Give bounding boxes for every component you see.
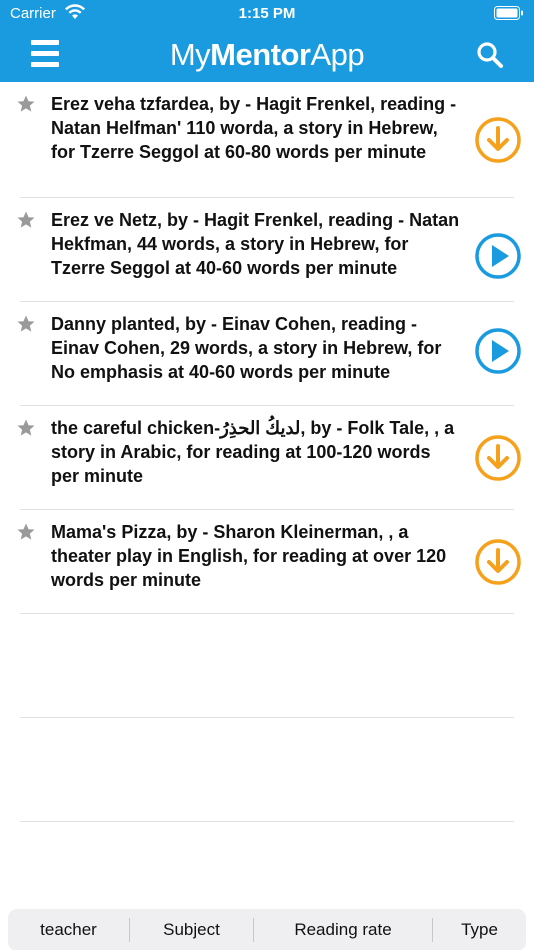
filter-teacher[interactable]: teacher xyxy=(8,909,129,950)
download-icon[interactable] xyxy=(474,538,522,586)
star-icon[interactable] xyxy=(16,94,36,114)
download-icon[interactable] xyxy=(474,434,522,482)
row-divider xyxy=(20,821,514,822)
list-item[interactable]: Erez veha tzfardea, by - Hagit Frenkel, … xyxy=(0,82,534,198)
story-title: Erez ve Netz, by - Hagit Frenkel, readin… xyxy=(51,210,460,278)
story-title: Erez veha tzfardea, by - Hagit Frenkel, … xyxy=(51,94,457,162)
battery-icon xyxy=(494,6,523,20)
story-title: Danny planted, by - Einav Cohen, reading… xyxy=(51,314,442,382)
star-icon[interactable] xyxy=(16,314,36,334)
filter-subject[interactable]: Subject xyxy=(130,909,253,950)
empty-row xyxy=(0,614,534,718)
star-icon[interactable] xyxy=(16,418,36,438)
story-list: Erez veha tzfardea, by - Hagit Frenkel, … xyxy=(0,82,534,822)
app-logo: MyMentorApp xyxy=(0,37,534,73)
list-item[interactable]: Danny planted, by - Einav Cohen, reading… xyxy=(0,302,534,406)
filter-bar: teacher Subject Reading rate Type xyxy=(8,909,526,950)
star-icon[interactable] xyxy=(16,522,36,542)
filter-type[interactable]: Type xyxy=(433,909,526,950)
list-item[interactable]: the careful chicken-لديكُ الحذِرُ, by - … xyxy=(0,406,534,510)
logo-part-my: My xyxy=(169,37,211,72)
status-bar: Carrier 1:15 PM xyxy=(0,0,534,28)
empty-row xyxy=(0,718,534,822)
star-icon[interactable] xyxy=(16,210,36,230)
download-icon[interactable] xyxy=(474,116,522,164)
story-title: Mama's Pizza, by - Sharon Kleinerman, , … xyxy=(51,522,447,590)
nav-bar: MyMentorApp xyxy=(0,28,534,82)
filter-reading-rate[interactable]: Reading rate xyxy=(254,909,432,950)
logo-part-app: App xyxy=(310,37,365,72)
status-time: 1:15 PM xyxy=(238,5,296,22)
play-icon[interactable] xyxy=(474,232,522,280)
list-item[interactable]: Erez ve Netz, by - Hagit Frenkel, readin… xyxy=(0,198,534,302)
story-title: the careful chicken-لديكُ الحذِرُ, by - … xyxy=(51,418,455,486)
play-icon[interactable] xyxy=(474,327,522,375)
search-icon[interactable] xyxy=(476,41,504,69)
logo-part-mentor: Mentor xyxy=(210,37,311,72)
list-item[interactable]: Mama's Pizza, by - Sharon Kleinerman, , … xyxy=(0,510,534,614)
